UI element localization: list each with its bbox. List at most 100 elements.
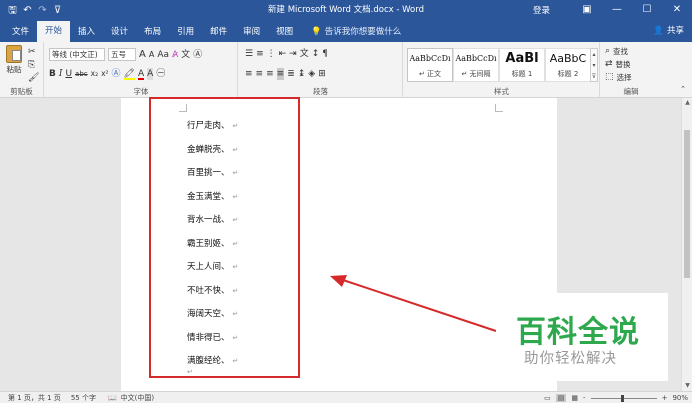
subscript-icon[interactable]: x₂	[91, 68, 98, 80]
decrease-indent-icon[interactable]: ⇤	[279, 48, 287, 60]
share-button[interactable]: 👤 共享	[653, 20, 684, 42]
document-page[interactable]: 行尸走肉、 ↵ 金蝉脱壳、 ↵ 百里挑一、 ↵ 金玉满堂、 ↵ 背水一战、 ↵ 霸王别姬、 ↵ 天上人间…	[121, 98, 557, 391]
tab-layout[interactable]: 布局	[136, 22, 169, 42]
strikethrough-icon[interactable]: abc	[75, 68, 88, 80]
document-line[interactable]: 行尸走肉、 ↵	[187, 119, 238, 131]
print-layout-icon[interactable]: ▤	[555, 394, 567, 402]
font-size-dropdown[interactable]: 五号	[108, 48, 136, 61]
superscript-icon[interactable]: x²	[101, 68, 108, 80]
document-line[interactable]: 金玉满堂、 ↵	[187, 190, 238, 202]
minimize-icon[interactable]: —	[602, 0, 632, 20]
highlight-icon[interactable]: 🖍	[123, 68, 135, 80]
align-left-icon[interactable]: ≡	[245, 68, 253, 80]
tab-view[interactable]: 视图	[268, 22, 301, 42]
undo-icon[interactable]: ↶	[21, 4, 34, 17]
quick-access-toolbar: 🖫 ↶ ↷ ⊽	[0, 4, 140, 17]
tab-design[interactable]: 设计	[103, 22, 136, 42]
numbering-icon[interactable]: ≡	[256, 48, 264, 60]
document-line[interactable]: 满腹经纶、 ↵	[187, 354, 238, 366]
document-line[interactable]: 不吐不快、 ↵	[187, 284, 238, 296]
grow-font-icon[interactable]: A	[139, 49, 146, 61]
phonetic-guide-icon[interactable]: 文	[181, 49, 190, 61]
sort-icon[interactable]: ↕	[312, 48, 320, 60]
word-count[interactable]: 55 个字	[71, 393, 96, 403]
chinese-layout-icon[interactable]: 文	[300, 48, 309, 60]
char-shading-icon[interactable]: A	[147, 68, 154, 80]
increase-indent-icon[interactable]: ⇥	[289, 48, 297, 60]
scroll-thumb[interactable]	[684, 130, 690, 278]
tab-file[interactable]: 文件	[4, 22, 37, 42]
format-painter-icon[interactable]: 🖌	[28, 72, 39, 84]
paste-button[interactable]: 粘贴	[4, 45, 24, 75]
ribbon-display-options-icon[interactable]: ▣	[572, 0, 602, 20]
align-right-icon[interactable]: ≡	[266, 68, 274, 80]
redo-icon[interactable]: ↷	[36, 4, 49, 17]
distributed-icon[interactable]: ≣	[287, 68, 295, 80]
clear-formatting-icon[interactable]: A̷	[172, 49, 178, 61]
change-case-icon[interactable]: Aa	[157, 49, 169, 61]
multilevel-list-icon[interactable]: ⋮	[267, 48, 276, 60]
maximize-icon[interactable]: ☐	[632, 0, 662, 20]
document-line[interactable]: 百里挑一、 ↵	[187, 166, 238, 178]
font-name-dropdown[interactable]: 等线 (中文正)	[49, 48, 105, 61]
line-spacing-icon[interactable]: ↨	[298, 68, 306, 80]
customize-qat-icon[interactable]: ⊽	[51, 4, 64, 17]
tab-references[interactable]: 引用	[169, 22, 202, 42]
document-line[interactable]: 金蝉脱壳、 ↵	[187, 143, 238, 155]
tab-review[interactable]: 审阅	[235, 22, 268, 42]
justify-icon[interactable]: ≡	[276, 68, 285, 80]
scroll-up-icon[interactable]: ▲	[682, 98, 692, 108]
document-line[interactable]: 情非得已、 ↵	[187, 331, 238, 343]
align-center-icon[interactable]: ≡	[256, 68, 264, 80]
tell-me-box[interactable]: 💡 告诉我你想要做什么	[311, 22, 401, 42]
enclose-char-icon[interactable]: Ⓐ	[193, 49, 202, 61]
text-effects-icon[interactable]: Ⓐ	[112, 68, 121, 80]
scroll-down-icon[interactable]: ▼	[682, 381, 692, 391]
document-line[interactable]: 霸王别姬、 ↵	[187, 237, 238, 249]
page-count[interactable]: 第 1 页，共 1 页	[8, 393, 61, 403]
replace-button[interactable]: ⇄ 替换	[605, 58, 631, 70]
save-icon[interactable]: 🖫	[6, 4, 19, 17]
read-mode-icon[interactable]: ▭	[544, 394, 551, 402]
style-normal[interactable]: AaBbCcDı ↵ 正文	[407, 48, 453, 82]
zoom-level[interactable]: 90%	[672, 394, 688, 402]
italic-icon[interactable]: I	[59, 68, 63, 80]
show-marks-icon[interactable]: ¶	[322, 48, 328, 60]
cut-icon[interactable]: ✂	[28, 46, 36, 58]
bold-icon[interactable]: B	[49, 68, 56, 80]
underline-icon[interactable]: U	[65, 68, 72, 80]
styles-scroll[interactable]: ▴ ▾ ⊽	[590, 48, 598, 82]
language-indicator[interactable]: 中文(中国)	[121, 393, 154, 403]
line-text: 天上人间、	[187, 262, 230, 272]
tab-insert[interactable]: 插入	[70, 22, 103, 42]
borders-icon[interactable]: ⊞	[318, 68, 326, 80]
style-no-spacing[interactable]: AaBbCcDı ↵ 无间隔	[453, 48, 499, 82]
shading-icon[interactable]: ◈	[308, 68, 315, 80]
zoom-in-button[interactable]: +	[662, 394, 668, 402]
tab-home[interactable]: 开始	[37, 21, 71, 42]
find-button[interactable]: ⌕ 查找	[605, 45, 628, 57]
proofing-icon[interactable]: 📖	[108, 394, 117, 402]
font-color-icon[interactable]: A	[137, 68, 145, 80]
copy-icon[interactable]: ⎘	[28, 59, 35, 71]
zoom-slider-thumb[interactable]	[620, 394, 624, 402]
style-heading-2[interactable]: AaBbC 标题 2	[545, 48, 591, 82]
document-line[interactable]: 天上人间、 ↵	[187, 260, 238, 272]
zoom-out-button[interactable]: -	[583, 394, 586, 402]
document-line[interactable]: 海阔天空、 ↵	[187, 307, 238, 319]
login-link[interactable]: 登录	[533, 4, 550, 16]
select-button[interactable]: ⬚ 选择	[605, 71, 632, 83]
paragraph-group-label: 段落	[313, 87, 328, 96]
collapse-ribbon-icon[interactable]: ⌃	[680, 83, 686, 95]
bullets-icon[interactable]: ☰	[245, 48, 253, 60]
close-icon[interactable]: ✕	[662, 0, 692, 20]
zoom-slider[interactable]	[590, 394, 657, 402]
tab-mailings[interactable]: 邮件	[202, 22, 235, 42]
vertical-scrollbar[interactable]: ▲ ▼	[681, 98, 692, 391]
document-line[interactable]: 背水一战、 ↵	[187, 213, 238, 225]
style-heading-1[interactable]: AaBl 标题 1	[499, 48, 545, 82]
enclose-icon[interactable]: ㊀	[156, 68, 165, 80]
shrink-font-icon[interactable]: A	[149, 49, 154, 61]
editing-group-label: 编辑	[623, 87, 639, 96]
web-layout-icon[interactable]: ▦	[571, 394, 578, 402]
